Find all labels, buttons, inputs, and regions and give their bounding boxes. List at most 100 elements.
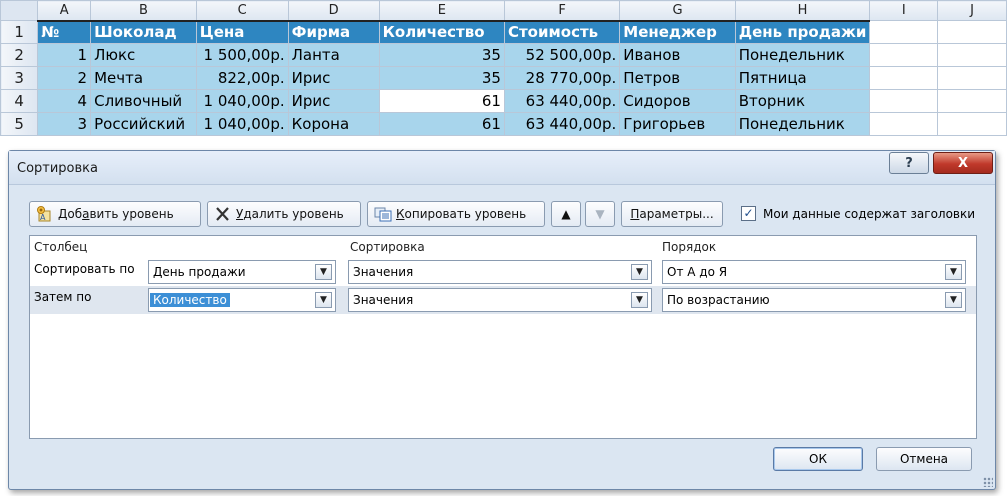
data-cell[interactable]: Понедельник xyxy=(734,112,871,136)
column-header-g[interactable]: G xyxy=(619,0,736,21)
help-button[interactable]: ? xyxy=(889,152,929,174)
data-cell[interactable]: Ирис xyxy=(287,66,380,90)
data-cell[interactable]: 63 440,00р. xyxy=(503,89,621,113)
chevron-down-icon[interactable]: ▼ xyxy=(315,264,332,280)
column-header-c[interactable]: C xyxy=(195,0,289,21)
chevron-down-icon[interactable]: ▼ xyxy=(945,292,962,308)
select-all-corner[interactable] xyxy=(0,0,39,21)
data-cell[interactable]: Корона xyxy=(287,112,380,136)
column-header-h[interactable]: H xyxy=(734,0,871,21)
cancel-button[interactable]: Отмена xyxy=(876,447,972,471)
add-level-button[interactable]: A Добавить уровень xyxy=(29,201,201,227)
data-cell[interactable]: 1 xyxy=(37,43,92,67)
data-cell[interactable]: Сливочный xyxy=(90,89,197,113)
chevron-down-icon[interactable]: ▼ xyxy=(631,292,648,308)
data-cell[interactable]: Мечта xyxy=(90,66,197,90)
data-cell[interactable]: Иванов xyxy=(619,43,736,67)
row-header[interactable]: 2 xyxy=(0,43,39,67)
empty-cell[interactable] xyxy=(937,89,1007,113)
resize-grip-icon[interactable] xyxy=(983,477,993,487)
data-cell[interactable]: 4 xyxy=(37,89,92,113)
header-cell[interactable]: № xyxy=(37,19,92,44)
data-cell[interactable]: 1 040,00р. xyxy=(195,112,289,136)
sort-on-heading: Сортировка xyxy=(350,240,425,254)
data-cell[interactable]: Российский xyxy=(90,112,197,136)
chevron-down-icon[interactable]: ▼ xyxy=(315,292,332,308)
header-cell[interactable]: Менеджер xyxy=(619,19,736,44)
data-cell[interactable]: Вторник xyxy=(734,89,871,113)
column-header-a[interactable]: A xyxy=(37,0,92,21)
data-cell[interactable]: Сидоров xyxy=(619,89,736,113)
empty-cell[interactable] xyxy=(869,20,939,44)
close-button[interactable]: X xyxy=(933,152,993,174)
options-button[interactable]: Параметры... xyxy=(621,201,723,227)
column-select-value: День продажи xyxy=(153,265,246,279)
data-cell[interactable]: Понедельник xyxy=(734,43,871,67)
ok-button[interactable]: ОК xyxy=(773,447,863,471)
data-cell[interactable]: Григорьев xyxy=(619,112,736,136)
headers-checkbox[interactable]: ✓ xyxy=(741,206,756,221)
data-cell[interactable]: Петров xyxy=(619,66,736,90)
data-cell[interactable]: 35 xyxy=(378,66,505,90)
header-cell[interactable]: Цена xyxy=(195,19,289,44)
empty-cell[interactable] xyxy=(869,66,939,90)
data-cell[interactable]: Люкс xyxy=(90,43,197,67)
data-cell[interactable]: Ирис xyxy=(287,89,380,113)
chevron-down-icon[interactable]: ▼ xyxy=(631,264,648,280)
empty-cell[interactable] xyxy=(869,89,939,113)
order-select[interactable]: От А до Я ▼ xyxy=(662,260,966,284)
empty-cell[interactable] xyxy=(937,112,1007,136)
column-header-i[interactable]: I xyxy=(869,0,939,21)
spreadsheet: A B C D E F G H I J 1 № Шоколад Цена Фир… xyxy=(0,0,1007,150)
data-cell[interactable]: 35 xyxy=(378,43,505,67)
empty-cell[interactable] xyxy=(937,43,1007,67)
data-cell[interactable]: 52 500,00р. xyxy=(503,43,621,67)
copy-level-button[interactable]: Копировать уровень xyxy=(367,201,545,227)
row-header[interactable]: 3 xyxy=(0,66,39,90)
row-header[interactable]: 5 xyxy=(0,112,39,136)
data-cell[interactable]: 63 440,00р. xyxy=(503,112,621,136)
order-select[interactable]: По возрастанию ▼ xyxy=(662,288,966,312)
headers-checkbox-label[interactable]: Мои данные содержат заголовки xyxy=(763,207,975,221)
column-header-f[interactable]: F xyxy=(503,0,621,21)
data-cell[interactable]: Пятница xyxy=(734,66,871,90)
column-select[interactable]: День продажи ▼ xyxy=(148,260,336,284)
move-down-button[interactable]: ▼ xyxy=(585,201,615,227)
data-cell[interactable]: 1 500,00р. xyxy=(195,43,289,67)
column-header-e[interactable]: E xyxy=(378,0,505,21)
column-header-b[interactable]: B xyxy=(90,0,197,21)
empty-cell[interactable] xyxy=(937,20,1007,44)
sort-dialog: Сортировка ? X A Добавить уровень Удалит… xyxy=(8,150,996,490)
column-select[interactable]: Количество ▼ xyxy=(148,288,336,312)
data-cell[interactable]: 1 040,00р. xyxy=(195,89,289,113)
row-header[interactable]: 4 xyxy=(0,89,39,113)
empty-cell[interactable] xyxy=(869,112,939,136)
chevron-down-icon[interactable]: ▼ xyxy=(945,264,962,280)
data-cell[interactable]: 28 770,00р. xyxy=(503,66,621,90)
data-cell[interactable]: 61 xyxy=(378,112,505,136)
order-value: От А до Я xyxy=(667,265,728,279)
data-cell[interactable]: 822,00р. xyxy=(195,66,289,90)
column-header-d[interactable]: D xyxy=(287,0,380,21)
data-cell[interactable]: 3 xyxy=(37,112,92,136)
active-cell[interactable]: 61 xyxy=(378,89,505,113)
sort-on-select[interactable]: Значения ▼ xyxy=(348,260,652,284)
data-cell[interactable]: Ланта xyxy=(287,43,380,67)
column-header-j[interactable]: J xyxy=(937,0,1007,21)
header-cell[interactable]: День продажи xyxy=(734,19,871,44)
empty-cell[interactable] xyxy=(869,43,939,67)
sort-level-row[interactable]: Сортировать по День продажи ▼ Значения ▼… xyxy=(30,258,976,286)
header-cell[interactable]: Шоколад xyxy=(90,19,197,44)
row-header[interactable]: 1 xyxy=(0,20,39,44)
dialog-titlebar[interactable]: Сортировка ? X xyxy=(9,151,995,185)
copy-icon xyxy=(374,206,392,222)
header-cell[interactable]: Стоимость xyxy=(503,19,621,44)
move-up-button[interactable]: ▲ xyxy=(551,201,581,227)
header-cell[interactable]: Фирма xyxy=(287,19,380,44)
header-cell[interactable]: Количество xyxy=(378,19,505,44)
sort-on-select[interactable]: Значения ▼ xyxy=(348,288,652,312)
data-cell[interactable]: 2 xyxy=(37,66,92,90)
delete-level-button[interactable]: Удалить уровень xyxy=(207,201,361,227)
empty-cell[interactable] xyxy=(937,66,1007,90)
sort-level-row-selected[interactable]: Затем по Количество ▼ Значения ▼ По возр… xyxy=(30,286,976,314)
